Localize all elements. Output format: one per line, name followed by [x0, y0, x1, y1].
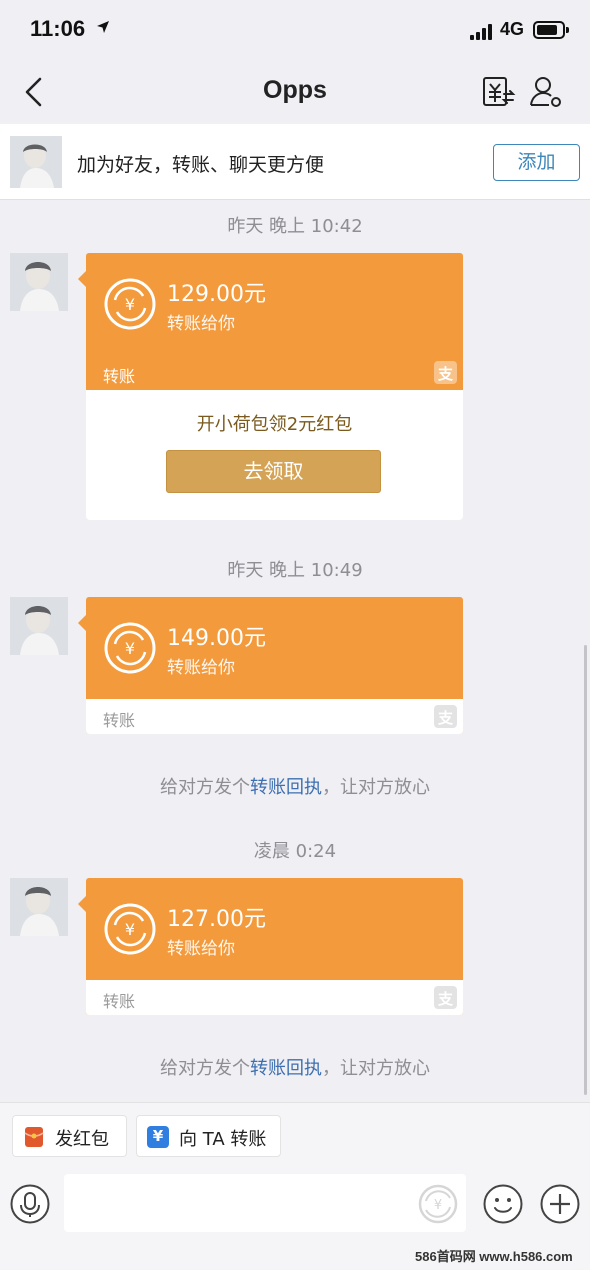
status-time: 11:06: [30, 16, 86, 41]
transfer-receipt-link[interactable]: 转账回执: [250, 1058, 322, 1079]
nav-bar: Opps: [0, 62, 590, 124]
profile-settings-icon[interactable]: [528, 74, 564, 110]
transfer-description: 转账给你: [167, 314, 235, 334]
card-footer: 转账 支: [86, 980, 463, 1015]
transfer-icon: ¥: [147, 1126, 169, 1148]
add-friend-button[interactable]: 添加: [493, 144, 580, 181]
timestamp: 昨天 晚上 10:42: [227, 216, 363, 237]
transfer-yuan-icon: ¥: [104, 903, 156, 955]
svg-text:¥: ¥: [125, 920, 135, 939]
timestamp: 昨天 晚上 10:49: [227, 560, 363, 581]
status-bar: 11:06 4G: [0, 0, 590, 62]
red-envelope-icon: [24, 1127, 44, 1147]
transfer-card[interactable]: ¥ 127.00元 转账给你 转账 支: [78, 878, 463, 1015]
claim-button[interactable]: 去领取: [166, 450, 381, 493]
battery-icon: [533, 21, 565, 39]
transfer-description: 转账给你: [167, 939, 235, 959]
avatar[interactable]: [10, 136, 62, 188]
svg-text:¥: ¥: [125, 639, 135, 658]
red-envelope-button[interactable]: 发红包: [12, 1115, 127, 1157]
transfer-card[interactable]: ¥ 129.00元 转账给你 转账 支: [78, 253, 463, 390]
add-friend-hint: 加为好友，转账、聊天更方便: [77, 154, 325, 176]
transfer-yuan-icon: ¥: [104, 278, 156, 330]
quick-action-bar: 发红包 ¥ 向 TA 转账: [0, 1102, 590, 1168]
card-footer: 转账 支: [86, 355, 463, 390]
transfer-shortcut-icon[interactable]: ¥: [418, 1184, 458, 1224]
card-footer: 转账 支: [86, 699, 463, 734]
transfer-description: 转账给你: [167, 658, 235, 678]
signal-strength-icon: [470, 24, 494, 40]
svg-text:¥: ¥: [125, 295, 135, 314]
voice-icon[interactable]: [10, 1184, 50, 1224]
message-input[interactable]: [64, 1174, 466, 1232]
receipt-tip: 给对方发个转账回执，让对方放心: [160, 777, 430, 798]
card-footer-label: 转账: [103, 367, 136, 386]
plus-icon[interactable]: [540, 1184, 580, 1224]
avatar[interactable]: [10, 253, 68, 311]
network-label: 4G: [500, 19, 525, 39]
transfer-amount: 129.00元: [167, 282, 266, 307]
emoji-icon[interactable]: [483, 1184, 523, 1224]
avatar[interactable]: [10, 878, 68, 936]
scrollbar[interactable]: [584, 645, 587, 1095]
transfer-label: 向 TA 转账: [179, 1129, 267, 1150]
red-envelope-label: 发红包: [55, 1129, 109, 1150]
promo-text: 开小荷包领2元红包: [196, 414, 353, 435]
avatar[interactable]: [10, 597, 68, 655]
timestamp: 凌晨 0:24: [253, 841, 337, 862]
transfer-receipt-link[interactable]: 转账回执: [250, 777, 322, 798]
location-arrow-icon: [97, 21, 109, 33]
transfer-amount: 127.00元: [167, 907, 266, 932]
alipay-icon: 支: [434, 986, 457, 1009]
card-footer-label: 转账: [103, 711, 136, 730]
transfer-button[interactable]: ¥ 向 TA 转账: [136, 1115, 281, 1157]
receipt-tip: 给对方发个转账回执，让对方放心: [160, 1058, 430, 1079]
transfer-record-icon[interactable]: [480, 74, 516, 110]
add-friend-banner: 加为好友，转账、聊天更方便 添加: [0, 124, 590, 200]
transfer-amount: 149.00元: [167, 626, 266, 651]
transfer-yuan-icon: ¥: [104, 622, 156, 674]
svg-text:¥: ¥: [434, 1198, 442, 1213]
card-footer-label: 转账: [103, 992, 136, 1011]
promo-panel: 开小荷包领2元红包 去领取: [86, 390, 463, 520]
transfer-card[interactable]: ¥ 149.00元 转账给你 转账 支: [78, 597, 463, 734]
watermark: 586首码网 www.h586.com: [415, 1249, 573, 1264]
alipay-icon: 支: [434, 705, 457, 728]
alipay-icon: 支: [434, 361, 457, 384]
